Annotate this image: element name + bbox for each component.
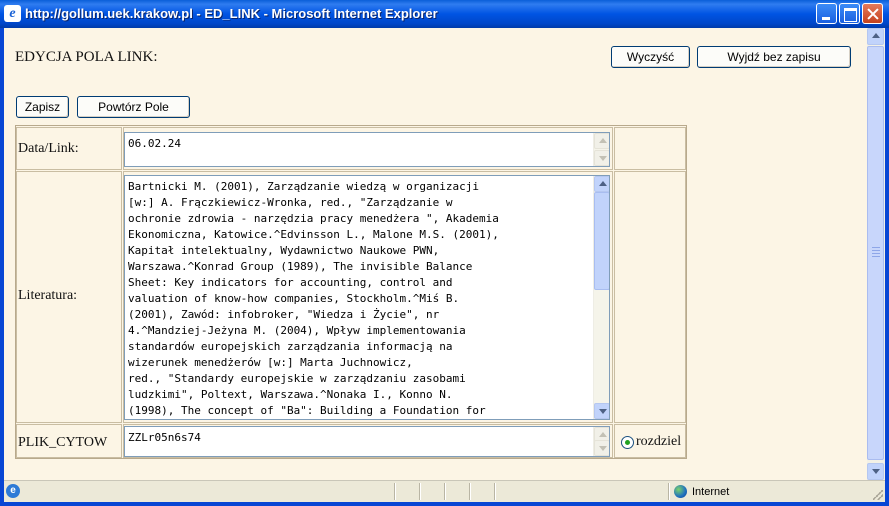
date-link-extra-cell [614, 127, 686, 170]
status-divider [668, 483, 669, 500]
page-scrollbar[interactable] [867, 28, 885, 480]
date-link-scrollbar[interactable] [593, 133, 609, 166]
scroll-down-icon[interactable] [594, 150, 609, 166]
literatura-line: (2001), Zawód: infobroker, "Wiedza i Życ… [128, 308, 440, 321]
date-link-cell: 06.02.24 [123, 127, 613, 170]
literatura-line: red., "Standardy europejskie w zarządzan… [128, 372, 466, 385]
literatura-scrollbar[interactable] [593, 176, 609, 419]
plik-cytow-cell: ZZLr05n6s74 [123, 424, 613, 458]
exit-without-saving-button[interactable]: Wyjdź bez zapisu [697, 46, 851, 68]
plik-cytow-field[interactable]: ZZLr05n6s74 [124, 426, 610, 457]
scroll-down-icon[interactable] [867, 463, 884, 480]
plik-cytow-label: PLIK_CYTOW [18, 435, 108, 450]
window-frame-right [885, 28, 889, 506]
date-link-value: 06.02.24 [128, 137, 181, 150]
clear-button[interactable]: Wyczyść [611, 46, 690, 68]
literatura-line: Kapitał intelektualny, Wydawnictwo Nauko… [128, 244, 440, 257]
rozdziel-label: rozdziel [636, 434, 682, 449]
ie-icon: e [4, 5, 21, 22]
literatura-line: Sheet: Key indicators for accounting, co… [128, 276, 453, 289]
plik-cytow-label-cell: PLIK_CYTOW [16, 424, 122, 458]
plik-cytow-value: ZZLr05n6s74 [128, 431, 201, 444]
plik-cytow-extra-cell: rozdziel [614, 424, 686, 458]
minimize-button[interactable] [816, 3, 837, 24]
page-done-icon: e [6, 484, 20, 498]
literatura-line: [w:] A. Frączkiewicz-Wronka, red., "Zarz… [128, 196, 453, 209]
literatura-line: standardów europejskich zarządzania info… [128, 340, 453, 353]
scroll-up-icon[interactable] [594, 176, 609, 192]
grip-line [872, 253, 880, 254]
plik-cytow-scrollbar[interactable] [593, 427, 609, 456]
status-divider [444, 483, 445, 500]
page-title: EDYCJA POLA LINK: [15, 49, 158, 65]
literatura-label: Literatura: [18, 288, 78, 303]
literatura-line: (1998), The concept of "Ba": Building a … [128, 404, 486, 417]
literatura-line: Bartnicki M. (2001), Zarządzanie wiedzą … [128, 180, 479, 193]
rozdziel-radio[interactable] [621, 436, 634, 449]
date-link-field[interactable]: 06.02.24 [124, 132, 610, 167]
grip-line [872, 256, 880, 257]
grip-line [872, 250, 880, 251]
window-frame-bottom [0, 502, 889, 506]
literatura-line: ochronie zdrowia - narzędzia pracy mened… [128, 212, 499, 225]
status-divider [419, 483, 420, 500]
scroll-down-icon[interactable] [594, 403, 609, 419]
status-divider [394, 483, 395, 500]
status-divider [494, 483, 495, 500]
security-zone: Internet [692, 486, 730, 498]
literatura-scroll-thumb[interactable] [594, 192, 609, 290]
literatura-cell: Bartnicki M. (2001), Zarządzanie wiedzą … [123, 171, 613, 423]
scroll-down-icon[interactable] [594, 440, 609, 456]
globe-icon [674, 485, 687, 498]
literatura-line: wizerunek menedżerów [w:] Marta Juchnowi… [128, 356, 413, 369]
resize-grip-icon[interactable] [873, 490, 883, 500]
page-content: EDYCJA POLA LINK: Wyczyść Wyjdź bez zapi… [4, 28, 867, 480]
literatura-line: Ekonomiczna, Katowice.^Edvinsson L., Mal… [128, 228, 499, 241]
literatura-line: valuation of know-how companies, Stockho… [128, 292, 460, 305]
literatura-line: ludzkimi", Poltext, Warszawa.^Nonaka I.,… [128, 388, 453, 401]
scroll-up-icon[interactable] [594, 133, 609, 149]
form-table: Data/Link: 06.02.24 Literatura: Bartnick… [15, 125, 687, 459]
literatura-label-cell: Literatura: [16, 171, 122, 423]
maximize-button[interactable] [839, 3, 860, 24]
title-bar: e http://gollum.uek.krakow.pl - ED_LINK … [0, 0, 889, 28]
literatura-line: Warszawa.^Konrad Group (1989), The invis… [128, 260, 473, 273]
literatura-line: 4.^Mandziej-Jeżyna M. (2004), Wpływ impl… [128, 324, 466, 337]
scroll-up-icon[interactable] [867, 28, 884, 45]
repeat-field-button[interactable]: Powtórz Pole [77, 96, 190, 118]
window-title: http://gollum.uek.krakow.pl - ED_LINK - … [25, 6, 438, 21]
close-button[interactable] [862, 3, 883, 24]
date-link-label-cell: Data/Link: [16, 127, 122, 170]
date-link-label: Data/Link: [18, 141, 79, 156]
save-button[interactable]: Zapisz [16, 96, 69, 118]
status-bar: e Internet [4, 480, 885, 502]
literatura-field[interactable]: Bartnicki M. (2001), Zarządzanie wiedzą … [124, 175, 610, 420]
page-scroll-thumb[interactable] [867, 46, 884, 460]
status-divider [469, 483, 470, 500]
literatura-value: Bartnicki M. (2001), Zarządzanie wiedzą … [128, 179, 590, 419]
grip-line [872, 247, 880, 248]
literatura-extra-cell [614, 171, 686, 423]
